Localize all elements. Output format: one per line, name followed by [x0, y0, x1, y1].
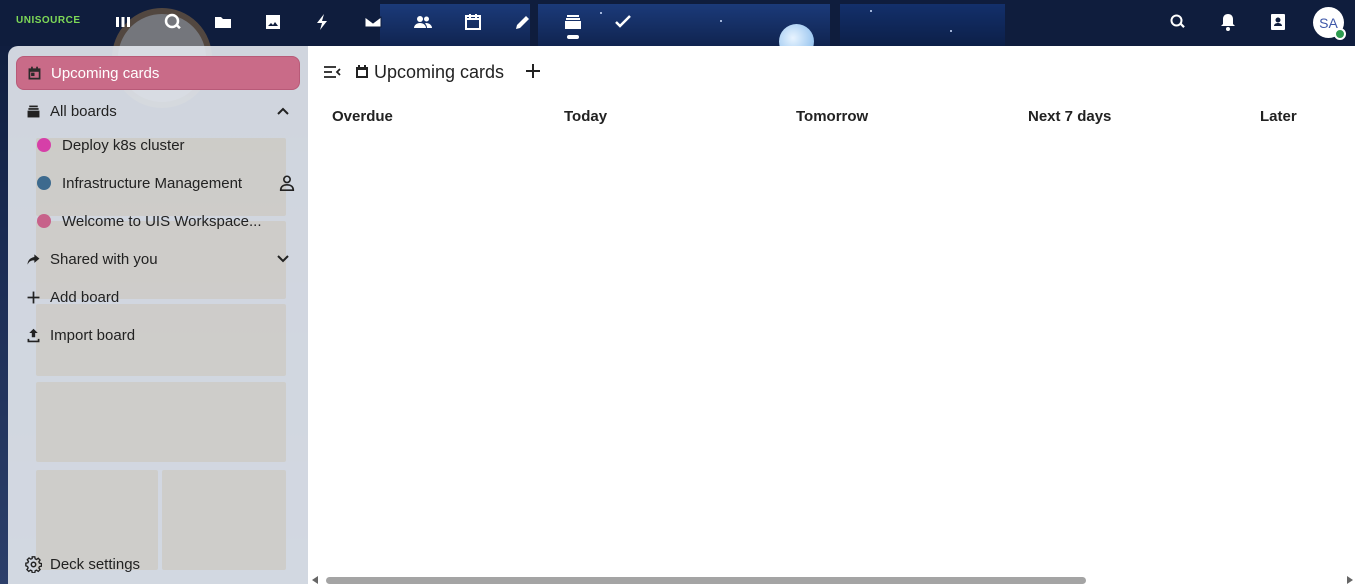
top-bar: UNISOURCE SA — [0, 0, 1355, 108]
column-header-later: Later — [1260, 108, 1297, 125]
board-color-dot — [37, 138, 51, 152]
sidebar-item-label: Upcoming cards — [51, 64, 160, 82]
background-shelf — [36, 382, 286, 462]
page-title: Upcoming cards — [374, 62, 505, 82]
add-board-button[interactable]: Add board — [16, 280, 300, 314]
calendar-today-icon — [17, 65, 51, 82]
dashboard-icon[interactable] — [112, 11, 134, 33]
scroll-right-arrow[interactable] — [1347, 576, 1353, 584]
column-header-overdue: Overdue — [332, 108, 393, 125]
sidebar-item-label: Deck settings — [50, 555, 141, 573]
column-header-today: Today — [564, 108, 608, 125]
sidebar-item-all-boards[interactable]: All boards — [16, 94, 300, 128]
page-header: Upcoming cards — [308, 46, 1355, 98]
calendar-icon — [354, 64, 370, 80]
board-color-dot — [37, 176, 51, 190]
app-logo[interactable]: UNISOURCE — [16, 15, 81, 26]
board-item-infrastructure-management[interactable]: Infrastructure Management — [34, 166, 300, 200]
search-icon[interactable] — [1167, 11, 1189, 33]
pencil-icon[interactable] — [512, 11, 534, 33]
image-icon[interactable] — [262, 11, 284, 33]
checkmark-icon[interactable] — [612, 11, 634, 33]
import-board-button[interactable]: Import board — [16, 318, 300, 352]
toggle-sidebar-button[interactable] — [322, 62, 344, 82]
background-star — [720, 20, 722, 22]
background-star — [600, 12, 602, 14]
sidebar-item-label: Import board — [50, 326, 136, 344]
sidebar-item-upcoming-cards[interactable]: Upcoming cards — [16, 56, 300, 90]
upload-icon — [16, 327, 50, 344]
main-content: Upcoming cards Overdue Today Tomorrow Ne… — [308, 46, 1355, 584]
column-header-tomorrow: Tomorrow — [796, 108, 869, 125]
sidebar-item-label: Add board — [50, 288, 120, 306]
sidebar-item-label: All boards — [50, 102, 117, 120]
chevron-down-icon[interactable] — [276, 252, 290, 266]
active-app-indicator — [567, 35, 579, 39]
column-header-next-7-days: Next 7 days — [1028, 108, 1112, 125]
background-sky-panel — [380, 4, 530, 46]
sidebar-item-label: Shared with you — [50, 250, 158, 268]
deck-stack-icon — [16, 103, 50, 120]
plus-icon — [16, 289, 50, 306]
contacts-menu-icon[interactable] — [1267, 11, 1289, 33]
online-status-badge — [1334, 28, 1346, 40]
shared-user-icon — [278, 174, 296, 192]
bell-icon[interactable] — [1217, 11, 1239, 33]
board-item-label: Deploy k8s cluster — [62, 136, 185, 154]
chevron-up-icon[interactable] — [276, 104, 290, 118]
board-item-welcome[interactable]: Welcome to UIS Workspace... — [34, 204, 300, 238]
background-sky-panel — [840, 4, 1005, 46]
add-card-button[interactable] — [524, 62, 544, 82]
board-item-label: Infrastructure Management — [62, 174, 243, 192]
deck-icon[interactable] — [562, 11, 584, 33]
calendar-icon[interactable] — [462, 11, 484, 33]
lightning-icon[interactable] — [312, 11, 334, 33]
board-item-label: Welcome to UIS Workspace... — [62, 212, 262, 230]
background-star — [950, 30, 952, 32]
board-color-dot — [37, 214, 51, 228]
scroll-left-arrow[interactable] — [312, 576, 318, 584]
horizontal-scrollbar[interactable] — [312, 576, 1355, 584]
gear-icon — [16, 555, 50, 573]
mail-icon[interactable] — [362, 11, 384, 33]
scrollbar-thumb[interactable] — [326, 577, 1086, 584]
sidebar: Upcoming cards All boards Deploy k8s clu… — [8, 46, 308, 584]
share-arrow-icon — [16, 251, 50, 268]
user-avatar[interactable]: SA — [1313, 7, 1346, 40]
people-icon[interactable] — [412, 11, 434, 33]
background-star — [870, 10, 872, 12]
board-item-deploy-k8s[interactable]: Deploy k8s cluster — [34, 128, 300, 162]
folder-icon[interactable] — [212, 11, 234, 33]
deck-settings-button[interactable]: Deck settings — [16, 547, 300, 581]
magnifier-icon[interactable] — [162, 11, 184, 33]
sidebar-item-shared-with-you[interactable]: Shared with you — [16, 242, 300, 276]
avatar-initials: SA — [1319, 14, 1338, 31]
